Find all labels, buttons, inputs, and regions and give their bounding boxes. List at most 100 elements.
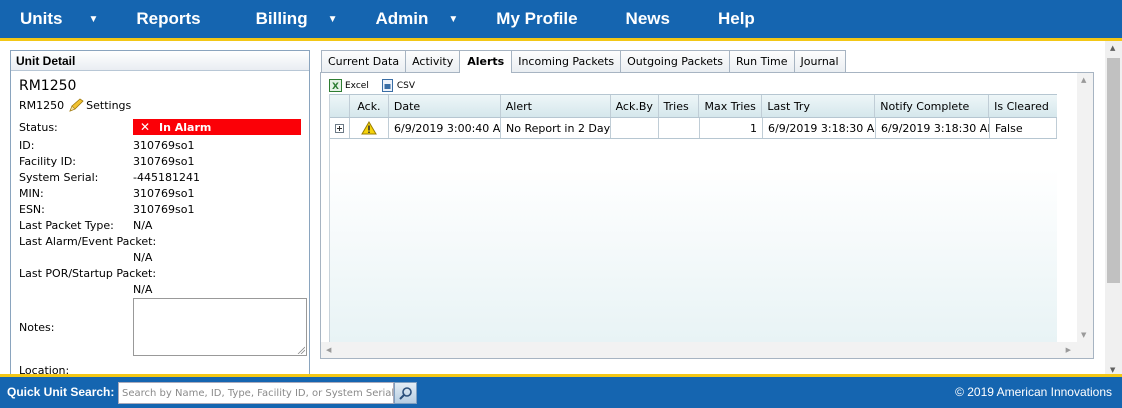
page-scroll-thumb[interactable]: [1107, 58, 1120, 283]
chevron-down-icon[interactable]: ▼: [89, 14, 99, 25]
quick-search-label: Quick Unit Search:: [7, 385, 115, 399]
unit-sub-name: RM1250: [19, 98, 65, 112]
search-icon: [399, 386, 412, 400]
col-expand: [330, 95, 350, 117]
nav-units[interactable]: Units ▼: [0, 0, 116, 38]
min-label: MIN:: [19, 187, 44, 200]
system-serial-value: -445181241: [133, 171, 200, 184]
last-alarm-packet-label: Last Alarm/Event Packet:: [19, 235, 157, 248]
notes-textarea[interactable]: [133, 298, 307, 356]
expand-row-button[interactable]: [330, 118, 350, 138]
nav-my-profile[interactable]: My Profile: [476, 0, 587, 38]
col-date[interactable]: Date: [389, 95, 501, 117]
cell-date: 6/9/2019 3:00:40 AM: [389, 118, 501, 138]
excel-icon: X: [329, 79, 342, 92]
cell-max-tries: 1: [700, 118, 763, 138]
tab-incoming-packets[interactable]: Incoming Packets: [511, 50, 622, 72]
cell-is-cleared: False: [990, 118, 1057, 138]
facility-id-label: Facility ID:: [19, 155, 77, 168]
scroll-up-icon[interactable]: ▲: [1081, 76, 1086, 84]
cell-tries: [659, 118, 700, 138]
quick-search-input[interactable]: [118, 382, 394, 404]
footer-bar: Quick Unit Search: © 2019 American Innov…: [0, 377, 1122, 408]
export-excel-button[interactable]: X Excel: [329, 79, 369, 92]
table-row[interactable]: 6/9/2019 3:00:40 AM No Report in 2 Days …: [330, 118, 1057, 139]
scroll-left-icon[interactable]: ◀: [326, 346, 331, 354]
nav-help-label: Help: [717, 9, 755, 28]
csv-icon: [381, 79, 393, 92]
scroll-down-icon[interactable]: ▼: [1081, 331, 1086, 339]
nav-reports-label: Reports: [136, 9, 201, 28]
page-scroll-up-icon[interactable]: ▲: [1110, 44, 1115, 52]
tab-run-time[interactable]: Run Time: [729, 50, 795, 72]
cell-last-try: 6/9/2019 3:18:30 AM: [763, 118, 876, 138]
tab-alerts[interactable]: Alerts: [459, 50, 513, 73]
nav-reports[interactable]: Reports: [116, 0, 210, 38]
alerts-grid: Ack. Date Alert Ack.By Tries Max Tries L…: [329, 94, 1057, 342]
last-packet-type-value: N/A: [133, 219, 153, 232]
tab-outgoing-packets[interactable]: Outgoing Packets: [620, 50, 731, 72]
cell-ack-by: [611, 118, 659, 138]
status-label: Status:: [19, 121, 58, 134]
id-label: ID:: [19, 139, 35, 152]
nav-billing[interactable]: Billing ▼: [236, 0, 356, 38]
settings-link[interactable]: Settings: [86, 99, 131, 112]
ack-cell[interactable]: [350, 118, 389, 138]
tab-current-data[interactable]: Current Data: [321, 50, 407, 72]
csv-label: CSV: [396, 80, 415, 91]
export-toolbar: X Excel CSV: [329, 79, 427, 92]
copyright-text: © 2019 American Innovations: [955, 385, 1112, 399]
unit-detail-panel: Unit Detail RM1250 RM1250 Settings Statu…: [10, 50, 310, 376]
notes-label: Notes:: [19, 321, 55, 334]
alarm-x-icon: ✕: [139, 120, 151, 134]
col-max-tries[interactable]: Max Tries: [699, 95, 763, 117]
quick-search-button[interactable]: [394, 382, 417, 404]
unit-settings-row: RM1250 Settings: [19, 98, 131, 112]
chevron-down-icon[interactable]: ▼: [328, 14, 338, 25]
export-csv-button[interactable]: CSV: [381, 79, 415, 92]
page-scrollbar[interactable]: ▲ ▼: [1105, 41, 1122, 376]
system-serial-label: System Serial:: [19, 171, 99, 184]
nav-divider: [0, 38, 1122, 41]
grid-vertical-scrollbar[interactable]: ▲ ▼: [1077, 73, 1093, 342]
nav-units-label: Units: [20, 9, 63, 28]
last-por-packet-value: N/A: [133, 283, 153, 296]
scroll-right-icon[interactable]: ▶: [1066, 346, 1071, 354]
col-ack-by[interactable]: Ack.By: [611, 95, 659, 117]
tab-journal[interactable]: Journal: [793, 50, 846, 72]
alerts-content: X Excel CSV Ack. Date Alert Ack.By Tries…: [320, 72, 1094, 359]
grid-horizontal-scrollbar[interactable]: ◀ ▶: [321, 342, 1093, 358]
esn-value: 310769so1: [133, 203, 195, 216]
tab-activity[interactable]: Activity: [405, 50, 461, 72]
cell-alert: No Report in 2 Days: [501, 118, 611, 138]
last-alarm-packet-value: N/A: [133, 251, 153, 264]
chevron-down-icon[interactable]: ▼: [448, 14, 458, 25]
status-value: In Alarm: [159, 120, 212, 134]
warning-icon: [361, 121, 377, 135]
col-alert[interactable]: Alert: [501, 95, 611, 117]
grid-header: Ack. Date Alert Ack.By Tries Max Tries L…: [330, 94, 1057, 118]
nav-news[interactable]: News: [606, 0, 680, 38]
col-tries[interactable]: Tries: [659, 95, 700, 117]
top-nav: Units ▼ Reports Billing ▼ Admin ▼ My Profil…: [0, 0, 1122, 38]
nav-help[interactable]: Help: [698, 0, 765, 38]
resize-grip-icon[interactable]: [297, 346, 305, 354]
unit-name: RM1250: [19, 78, 77, 94]
nav-news-label: News: [625, 9, 670, 28]
last-packet-type-label: Last Packet Type:: [19, 219, 114, 232]
facility-id-value: 310769so1: [133, 155, 195, 168]
col-notify-complete[interactable]: Notify Complete: [875, 95, 990, 117]
col-is-cleared[interactable]: Is Cleared: [989, 95, 1057, 117]
min-value: 310769so1: [133, 187, 195, 200]
page-scroll-down-icon[interactable]: ▼: [1110, 366, 1115, 374]
pencil-icon[interactable]: [68, 98, 84, 112]
col-last-try[interactable]: Last Try: [762, 95, 876, 117]
id-value: 310769so1: [133, 139, 195, 152]
nav-billing-label: Billing: [255, 9, 308, 28]
plus-box-icon: [335, 123, 344, 133]
detail-tabs: Current Data Activity Alerts Incoming Pa…: [321, 50, 846, 73]
col-ack[interactable]: Ack.: [350, 95, 389, 117]
esn-label: ESN:: [19, 203, 45, 216]
nav-admin[interactable]: Admin ▼: [356, 0, 477, 38]
cell-notify-complete: 6/9/2019 3:18:30 AM: [876, 118, 990, 138]
